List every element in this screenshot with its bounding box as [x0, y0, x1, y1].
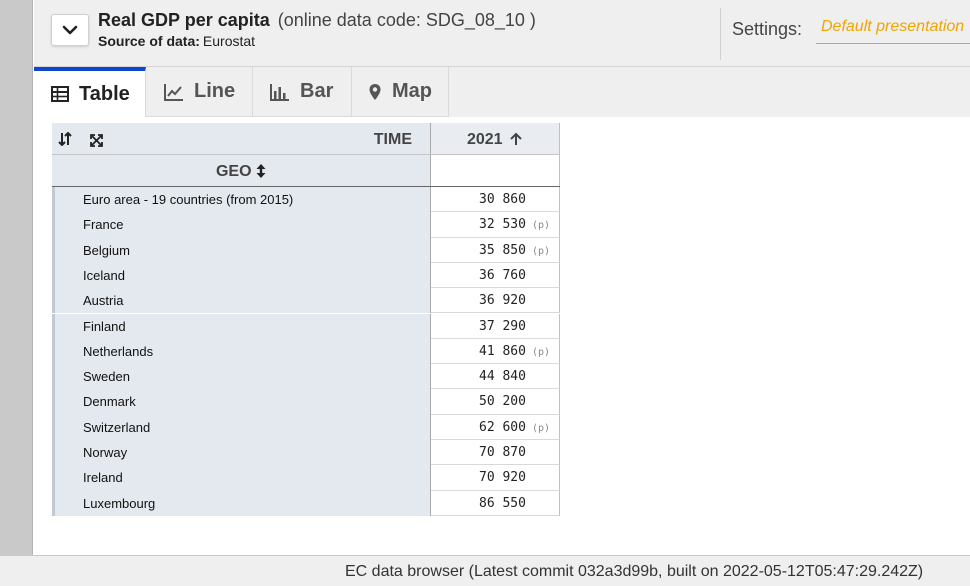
- value-cell: 41 860 (p): [431, 338, 560, 365]
- dataset-title: Real GDP per capita (online data code: SD…: [98, 10, 536, 31]
- geo-cell: Belgium: [52, 237, 431, 263]
- value-text: 35 850: [479, 242, 526, 258]
- map-marker-icon: [368, 83, 382, 101]
- value-text: 36 920: [479, 293, 526, 309]
- value-text: 37 290: [479, 318, 526, 334]
- provisional-flag: (p): [531, 422, 551, 434]
- settings-label: Settings:: [732, 19, 803, 39]
- table-row: Luxembourg 86 550: [52, 490, 560, 516]
- geo-cell: Norway: [52, 440, 431, 466]
- value-cell: 30 860: [431, 187, 560, 213]
- geo-cell: Euro area - 19 countries (from 2015): [52, 187, 431, 213]
- table-row: Norway 70 870: [52, 440, 560, 466]
- dataset-title-text: Real GDP per capita: [98, 10, 270, 30]
- expand-icon[interactable]: [90, 134, 103, 152]
- table-row: Netherlands 41 860 (p): [52, 338, 560, 365]
- value-cell: 86 550: [431, 490, 560, 516]
- source-value: Eurostat: [202, 33, 256, 49]
- settings-presentation-select[interactable]: Default presentation: [816, 18, 970, 44]
- geo-cell: Sweden: [52, 364, 431, 390]
- table-row: Finland 37 290: [52, 313, 560, 339]
- collapse-header-button[interactable]: [51, 14, 89, 46]
- value-text: 70 870: [479, 445, 526, 460]
- dataset-header: Real GDP per capita (online data code: SD…: [34, 0, 970, 67]
- time-header-cell: TIME: [52, 123, 431, 154]
- value-text: 44 840: [479, 369, 526, 385]
- geo-header-cell[interactable]: GEO: [52, 155, 431, 186]
- year-label: 2021: [466, 131, 503, 148]
- value-text: 70 920: [479, 470, 526, 486]
- value-text: 50 200: [479, 394, 526, 410]
- geo-header-value-cell: [431, 155, 560, 186]
- time-header-label: TIME: [373, 131, 412, 148]
- sort-ascending-arrow-icon[interactable]: [509, 132, 523, 146]
- geo-cell: Luxembourg: [52, 490, 431, 516]
- dataset-code: (online data code: SDG_08_10 ): [277, 10, 536, 30]
- tab-table-label: Table: [79, 82, 130, 105]
- value-text: 32 530: [479, 217, 526, 233]
- geo-cell: Switzerland: [52, 414, 431, 440]
- geo-cell: Ireland: [52, 465, 431, 491]
- value-text: 62 600: [479, 419, 526, 435]
- footer: EC data browser (Latest commit 032a3d99b…: [0, 555, 970, 586]
- tab-map[interactable]: Map: [352, 67, 449, 117]
- geo-header-row: GEO: [52, 155, 560, 187]
- chevron-down-icon: [62, 25, 78, 35]
- geo-cell: France: [52, 212, 431, 238]
- tab-line[interactable]: Line: [146, 67, 253, 117]
- bar-chart-icon: [270, 83, 290, 101]
- value-cell: 36 920: [431, 288, 560, 314]
- time-header-row: TIME 2021: [52, 123, 560, 155]
- geo-cell: Austria: [52, 288, 431, 314]
- table-row: France 32 530 (p): [52, 212, 560, 238]
- line-chart-icon: [164, 83, 184, 101]
- data-source: Source of data: Eurostat: [98, 33, 255, 49]
- table-row: Denmark 50 200: [52, 389, 560, 415]
- table-row: Belgium 35 850 (p): [52, 237, 560, 263]
- table-row: Ireland 70 920: [52, 465, 560, 491]
- value-cell: 35 850 (p): [431, 237, 560, 263]
- value-text: 86 550: [479, 495, 526, 511]
- geo-cell: Netherlands: [52, 338, 431, 365]
- table-row: Euro area - 19 countries (from 2015) 30 8…: [52, 187, 560, 213]
- geo-header: GEO: [52, 163, 430, 181]
- value-text: 30 860: [479, 192, 526, 207]
- value-cell: 50 200: [431, 389, 560, 415]
- value-cell: 70 920: [431, 465, 560, 491]
- sort-both-icon[interactable]: [256, 164, 266, 178]
- table-row: Iceland 36 760: [52, 262, 560, 289]
- settings-divider: [720, 8, 721, 60]
- table-icon: [51, 86, 69, 102]
- geo-cell: Finland: [52, 313, 431, 339]
- source-label: Source of data:: [98, 33, 200, 49]
- value-cell: 37 290: [431, 313, 560, 339]
- geo-header-label: GEO: [215, 163, 252, 180]
- left-sidebar-strip: [0, 0, 33, 555]
- value-cell: 44 840: [431, 364, 560, 390]
- year-header-cell[interactable]: 2021: [431, 123, 560, 154]
- provisional-flag: (p): [531, 346, 551, 358]
- year-header: 2021: [431, 131, 559, 149]
- tab-map-label: Map: [392, 80, 432, 102]
- tab-bar-label: Bar: [300, 80, 334, 102]
- geo-cell: Denmark: [52, 389, 431, 415]
- value-cell: 36 760: [431, 262, 560, 289]
- value-text: 41 860: [479, 343, 526, 359]
- value-cell: 32 530 (p): [431, 212, 560, 238]
- tab-bar[interactable]: Bar: [253, 67, 352, 117]
- table-row: Sweden 44 840: [52, 364, 560, 390]
- value-text: 36 760: [479, 267, 526, 283]
- sort-toggle-icon[interactable]: [58, 131, 72, 151]
- tab-table[interactable]: Table: [34, 67, 146, 117]
- value-cell: 70 870: [431, 440, 560, 466]
- provisional-flag: (p): [531, 220, 551, 232]
- geo-cell: Iceland: [52, 262, 431, 289]
- table-row: Austria 36 920: [52, 288, 560, 314]
- tab-line-label: Line: [194, 80, 236, 102]
- footer-build-info: EC data browser (Latest commit 032a3d99b…: [345, 563, 924, 580]
- table-row: Switzerland 62 600 (p): [52, 414, 560, 440]
- provisional-flag: (p): [531, 245, 551, 257]
- value-cell: 62 600 (p): [431, 414, 560, 440]
